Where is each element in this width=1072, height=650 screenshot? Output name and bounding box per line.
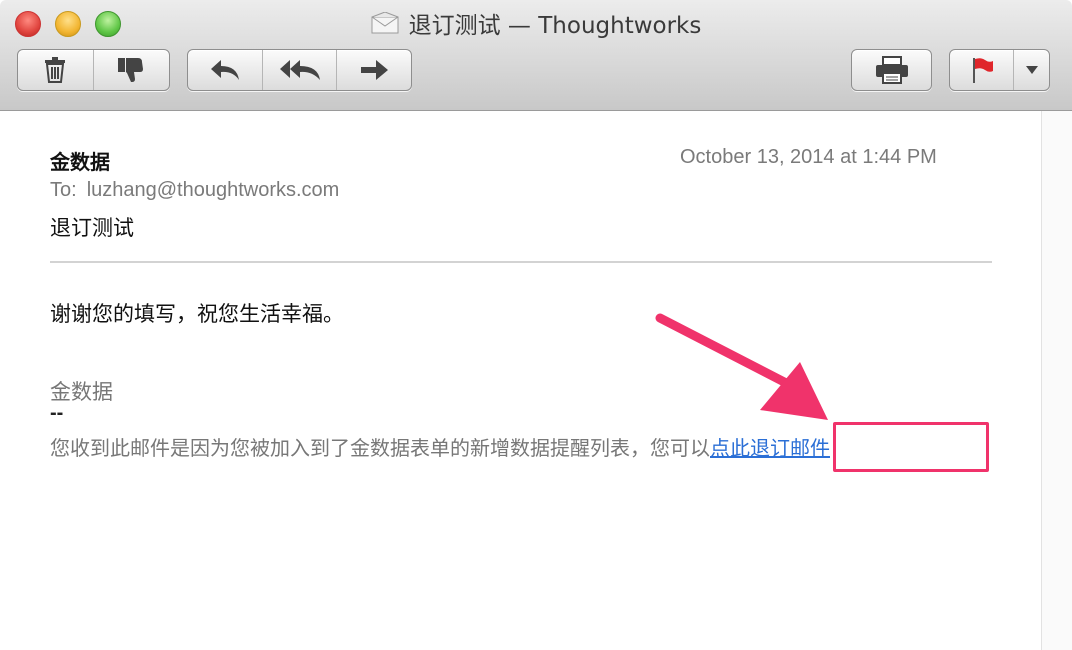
window-title-bar: 退订测试 — Thoughtworks [0, 6, 1072, 40]
flag-button[interactable] [950, 50, 1015, 90]
to-label: To: [50, 179, 77, 201]
flag-icon [972, 58, 993, 83]
titlebar: 退订测试 — Thoughtworks [0, 0, 1072, 111]
message-body: 谢谢您的填写，祝您生活幸福。 [50, 302, 344, 326]
message-subject: 退订测试 [50, 216, 134, 240]
delete-junk-group [17, 49, 170, 91]
printer-icon [875, 56, 908, 84]
header-divider [50, 261, 992, 263]
print-group [851, 49, 932, 91]
signature-separator: -- [50, 402, 64, 424]
recipient-address[interactable]: luzhang@thoughtworks.com [87, 179, 340, 201]
flag-menu-button[interactable] [1014, 50, 1049, 90]
footer-line: 您收到此邮件是因为您被加入到了金数据表单的新增数据提醒列表，您可以点此退订邮件 [50, 432, 830, 461]
sender-name: 金数据 [50, 150, 110, 174]
chevron-down-icon [1025, 66, 1038, 74]
envelope-icon [371, 12, 399, 34]
delete-button[interactable] [18, 50, 94, 90]
recipient-line: To: luzhang@thoughtworks.com [50, 179, 339, 202]
footer-text: 您收到此邮件是因为您被加入到了金数据表单的新增数据提醒列表，您可以 [50, 436, 710, 460]
reply-all-button[interactable] [263, 50, 337, 90]
junk-button[interactable] [94, 50, 170, 90]
mail-window: 退订测试 — Thoughtworks 金数据 October 13, 2014… [0, 0, 1072, 650]
reply-button[interactable] [188, 50, 264, 90]
thumbs-down-icon [118, 58, 144, 82]
unsubscribe-link[interactable]: 点此退订邮件 [710, 436, 830, 460]
forward-icon [360, 60, 388, 80]
forward-button[interactable] [337, 50, 411, 90]
flag-group [949, 49, 1050, 91]
trash-icon [45, 57, 66, 83]
vertical-scrollbar[interactable] [1041, 111, 1072, 650]
annotation-highlight-box [833, 422, 989, 472]
window-title: 退订测试 — Thoughtworks [408, 13, 702, 39]
reply-group [187, 49, 412, 91]
print-button[interactable] [852, 50, 931, 90]
reply-all-icon [279, 60, 320, 80]
message-date: October 13, 2014 at 1:44 PM [680, 146, 937, 168]
reply-icon [211, 60, 240, 80]
